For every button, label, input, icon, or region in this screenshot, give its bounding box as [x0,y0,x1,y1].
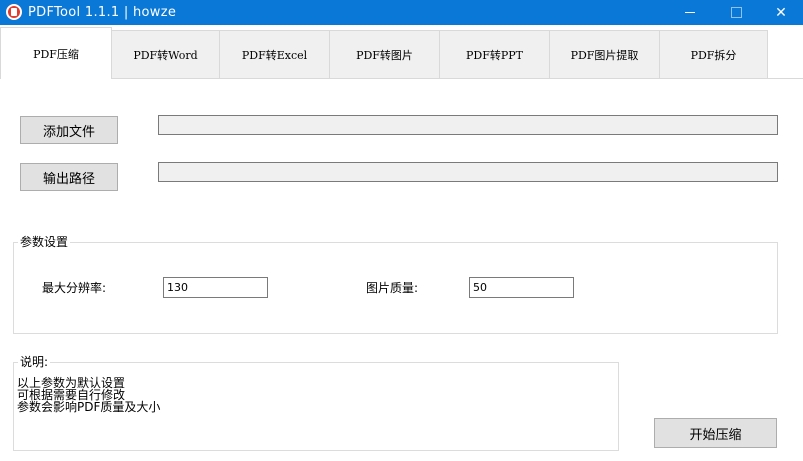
pdf-app-icon [6,4,22,20]
tab-label: PDF转图片 [356,48,413,62]
tab-pdf-compress[interactable]: PDF压缩 [0,27,112,79]
start-compress-label: 开始压缩 [689,427,742,443]
close-button[interactable]: ✕ [758,0,803,25]
tab-pdf-to-ppt[interactable]: PDF转PPT [439,30,550,78]
settings-group-title: 参数设置 [18,235,71,249]
image-quality-label: 图片质量: [366,281,419,295]
window-title: PDFTool 1.1.1 | howze [28,5,177,20]
start-compress-button[interactable]: 开始压缩 [654,418,777,448]
maximize-button[interactable] [713,0,759,25]
add-file-button[interactable]: 添加文件 [20,116,118,144]
notes-line: 参数会影响PDF质量及大小 [17,400,161,414]
minimize-icon [685,12,695,13]
output-path-label: 输出路径 [42,171,95,187]
input-file-path-field[interactable] [158,115,778,135]
output-path-field[interactable] [158,162,778,182]
tab-label: PDF图片提取 [570,48,639,62]
tab-strip-divider [0,78,803,79]
image-quality-input[interactable]: 50 [469,277,574,298]
minimize-button[interactable] [667,0,713,25]
notes-text: 以上参数为默认设置 可根据需要自行修改 参数会影响PDF质量及大小 [17,377,160,413]
tab-label: PDF转PPT [466,48,523,62]
max-resolution-input[interactable]: 130 [163,277,268,298]
tab-label: PDF压缩 [33,47,79,61]
tab-pdf-split[interactable]: PDF拆分 [659,30,768,78]
tab-pdf-image-extract[interactable]: PDF图片提取 [549,30,660,78]
close-icon: ✕ [775,4,787,21]
tab-pdf-to-excel[interactable]: PDF转Excel [219,30,330,78]
title-bar: PDFTool 1.1.1 | howze ✕ [0,0,803,25]
tab-pdf-to-image[interactable]: PDF转图片 [329,30,440,78]
notes-group-title: 说明: [18,355,51,369]
tab-label: PDF拆分 [690,48,737,62]
tab-pdf-to-word[interactable]: PDF转Word [111,30,220,78]
add-file-label: 添加文件 [42,124,95,140]
output-path-button[interactable]: 输出路径 [20,163,118,191]
tab-label: PDF转Word [133,48,198,62]
max-resolution-label: 最大分辨率: [42,281,107,295]
tab-label: PDF转Excel [241,48,308,62]
maximize-icon [730,7,742,18]
